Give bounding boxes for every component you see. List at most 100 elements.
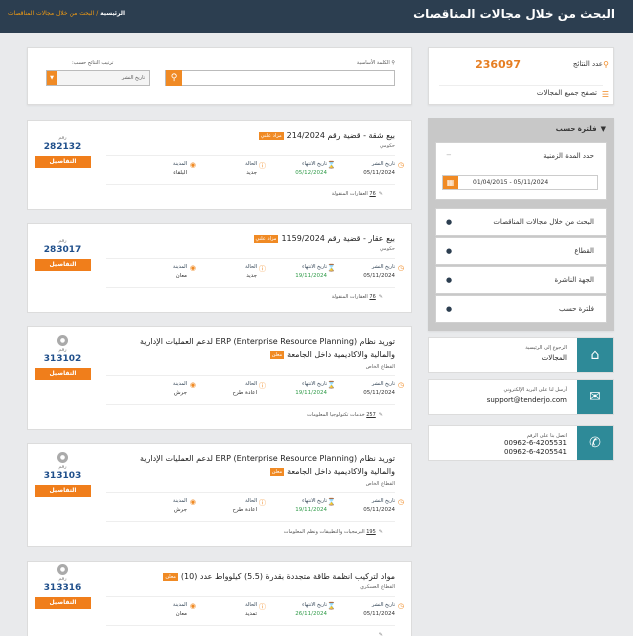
tender-title-text[interactable]: توريد نظام ERP (Enterprise Resource Plan… (140, 454, 395, 476)
tender-title[interactable]: توريد نظام ERP (Enterprise Resource Plan… (118, 335, 395, 361)
breadcrumb: الرئيسية / البحث من خلال مجالات المناقصا… (8, 10, 125, 17)
details-button[interactable]: التفاصيل (35, 156, 91, 168)
browse-all-label: تصفح جميع المجالات (536, 89, 597, 97)
tender-category[interactable]: ✎76 العقارات المنقولة (332, 294, 383, 300)
plus-circle-icon[interactable]: ● (446, 247, 452, 255)
tender-category[interactable]: ✎257 خدمات تكنولوجيا المعلومات (307, 412, 383, 418)
filter-sector[interactable]: القطاع ● (435, 237, 607, 265)
breadcrumb-current: البحث من خلال مجالات المناقصات (8, 10, 95, 17)
filter-publisher[interactable]: الجهة الناشرة ● (435, 266, 607, 294)
tender-number[interactable]: 313102 (28, 354, 97, 364)
hourglass-icon: ⌛ (327, 161, 336, 169)
search-button[interactable]: ⚲ (166, 70, 182, 86)
contact-phone[interactable]: ✆ اتصل بنا على الرقم 00962-6-4205531 009… (428, 425, 614, 461)
category-count[interactable]: 195 (366, 529, 376, 535)
end-date-value: 26/11/2024 (295, 611, 327, 617)
tender-title-text[interactable]: بيع عقار - قضية رقم 1159/2024 (281, 234, 395, 243)
tender-number-label: رقم (58, 135, 67, 141)
category-name[interactable]: البرمجيات والتطبيقات ونظم المعلومات (284, 529, 365, 535)
tender-category[interactable]: ✎ (376, 632, 383, 636)
keyword-input[interactable] (165, 70, 395, 86)
filter-sector-label: القطاع (574, 247, 594, 255)
category-name[interactable]: خدمات تكنولوجيا المعلومات (307, 412, 365, 418)
category-count[interactable]: 76 (369, 294, 375, 300)
date-range-input[interactable]: ▦ 01/04/2015 - 05/11/2024 (442, 175, 598, 190)
sort-select[interactable]: ▼ تاريخ النشر (46, 70, 150, 86)
filter-by[interactable]: فلترة حسب ● (435, 295, 607, 323)
tender-details-row: ◷ تاريخ النشر 05/11/2024 ⌛ تاريخ الانتها… (106, 258, 404, 288)
calendar-icon[interactable]: ▦ (443, 176, 458, 189)
contact-email[interactable]: ✉ أرسل لنا على البريد الإلكتروني support… (428, 379, 614, 415)
contact-home[interactable]: ⌂ الرجوع إلى الرئيسية المجالات (428, 337, 614, 373)
publish-date-value: 05/11/2024 (363, 611, 395, 617)
tender-number[interactable]: 313103 (28, 471, 97, 481)
tender-title-text[interactable]: توريد نظام ERP (Enterprise Resource Plan… (140, 337, 395, 359)
hourglass-icon: ⌛ (327, 264, 336, 272)
details-button[interactable]: التفاصيل (35, 597, 91, 609)
contact-phone-big: 00962-6-4205531 00962-6-4205541 (504, 439, 567, 456)
status-label: الحالة (245, 498, 257, 504)
filter-panel: ▼ فلترة حسب حدد المدة الزمنية − ▦ 01/04/2… (428, 118, 614, 331)
details-button[interactable]: التفاصيل (35, 368, 91, 380)
tender-category[interactable]: ✎76 العقارات المنقولة (332, 191, 383, 197)
city-value: جرش (173, 390, 187, 396)
plus-circle-icon[interactable]: ● (446, 218, 452, 226)
category-name[interactable]: العقارات المنقولة (332, 294, 368, 300)
collapse-icon[interactable]: − (446, 151, 452, 159)
pin-icon: ● (57, 564, 68, 575)
page-header: البحث من خلال مجالات المناقصات الرئيسية … (0, 0, 633, 33)
tender-number[interactable]: 283017 (28, 245, 97, 255)
filter-by-label: فلترة حسب (559, 305, 594, 313)
status-badge: معلن (269, 467, 285, 476)
clock-icon: ◷ (397, 602, 404, 610)
plus-circle-icon[interactable]: ● (446, 276, 452, 284)
tender-details-row: ◷ تاريخ النشر 05/11/2024 ⌛ تاريخ الانتها… (106, 155, 404, 185)
tender-number-label: رقم (58, 238, 67, 244)
status-label: الحالة (245, 381, 257, 387)
edit-icon: ✎ (378, 529, 383, 535)
publish-date-value: 05/11/2024 (363, 273, 395, 279)
status-value: تمديد (244, 611, 257, 617)
breadcrumb-home[interactable]: الرئيسية (100, 10, 125, 17)
contact-home-big: المجالات (541, 354, 567, 362)
pin-icon: ● (57, 335, 68, 346)
category-name[interactable]: العقارات المنقولة (332, 191, 368, 197)
tender-title[interactable]: توريد نظام ERP (Enterprise Resource Plan… (118, 452, 395, 478)
phone-icon: ✆ (577, 426, 613, 460)
date-range-filter: حدد المدة الزمنية − ▦ 01/04/2015 - 05/11… (435, 142, 607, 200)
funnel-icon: ▼ (600, 125, 606, 133)
filter-fields[interactable]: البحث من خلال مجالات المناقصات ● (435, 208, 607, 236)
city-label: المدينة (172, 381, 187, 387)
map-pin-icon: ◉ (189, 602, 196, 610)
tender-category[interactable]: ✎195 البرمجيات والتطبيقات ونظم المعلومات (284, 529, 383, 535)
tender-title[interactable]: بيع عقار - قضية رقم 1159/2024مزاد علني (118, 232, 395, 245)
category-count[interactable]: 257 (366, 412, 376, 418)
tender-number[interactable]: 282132 (28, 142, 97, 152)
tender-sector: حكومي (379, 143, 395, 149)
browse-all-link[interactable]: ☰ تصفح جميع المجالات (439, 85, 609, 99)
tender-title-text[interactable]: مواد لتركيب انظمة طاقة متجددة بقدرة (5.5… (181, 572, 395, 581)
end-date-col: ⌛ تاريخ الانتهاء 05/12/2024 (257, 161, 336, 176)
tender-sector: حكومي (379, 246, 395, 252)
category-count[interactable]: 76 (369, 191, 375, 197)
details-button[interactable]: التفاصيل (35, 485, 91, 497)
plus-circle-icon[interactable]: ● (446, 305, 452, 313)
status-value: اعادة طرح (232, 390, 257, 396)
contact-email-small: أرسل لنا على البريد الإلكتروني (503, 387, 567, 393)
details-button[interactable]: التفاصيل (35, 259, 91, 271)
tender-meta: ● رقم 313102 التفاصيل (28, 327, 97, 429)
tender-details-row: ◷ تاريخ النشر 05/11/2024 ⌛ تاريخ الانتها… (106, 375, 404, 405)
tender-card: رقم 283017 التفاصيل بيع عقار - قضية رقم … (27, 223, 412, 313)
city-col: ◉ المدينة جرش (117, 381, 196, 396)
city-value: معان (175, 611, 187, 617)
date-range-label: حدد المدة الزمنية (543, 152, 594, 160)
city-value: جرش (173, 507, 187, 513)
status-badge: مزاد علني (258, 131, 284, 140)
tender-number[interactable]: 313316 (28, 583, 97, 593)
tender-title[interactable]: بيع شقة - قضية رقم 214/2024مزاد علني (118, 129, 395, 142)
breadcrumb-separator: / (96, 10, 99, 17)
tender-title-text[interactable]: بيع شقة - قضية رقم 214/2024 (287, 131, 395, 140)
tender-title[interactable]: مواد لتركيب انظمة طاقة متجددة بقدرة (5.5… (118, 570, 395, 583)
tender-meta: ● رقم 313316 التفاصيل (28, 562, 97, 636)
tender-card: ● رقم 313103 التفاصيل توريد نظام ERP (En… (27, 443, 412, 547)
